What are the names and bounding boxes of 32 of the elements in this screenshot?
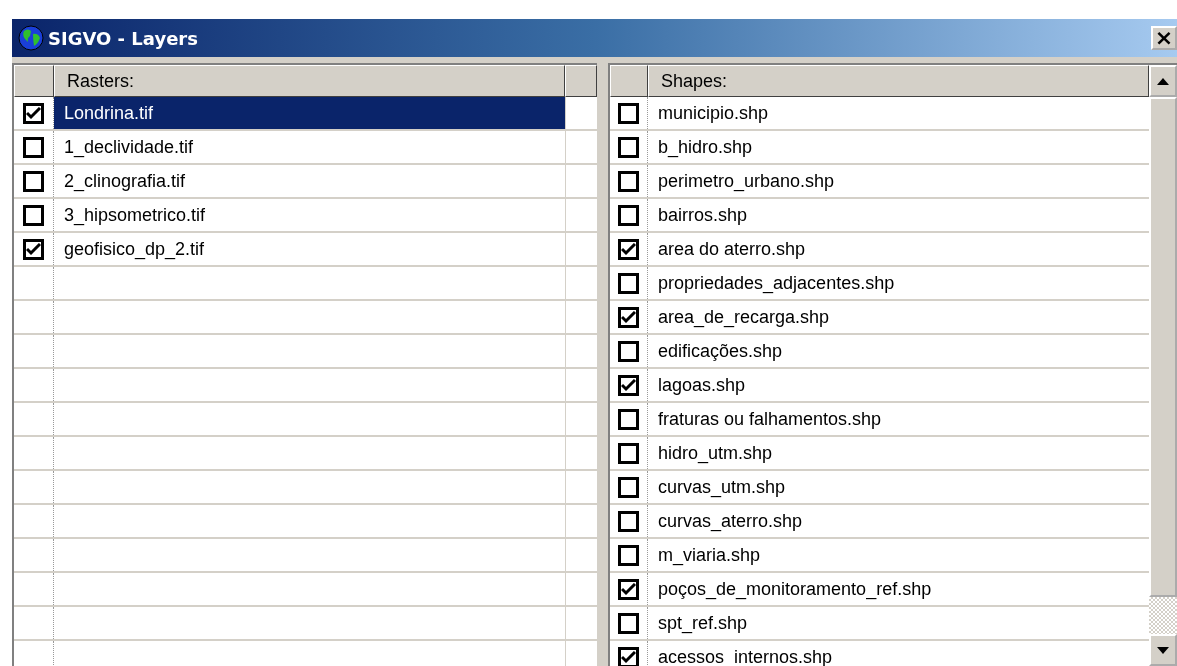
checkbox[interactable] (618, 238, 639, 260)
checkbox[interactable] (23, 136, 44, 158)
scroll-thumb[interactable] (1149, 97, 1177, 597)
scrollbar[interactable] (1149, 65, 1177, 666)
close-button[interactable]: × (1151, 26, 1177, 50)
checkbox[interactable] (618, 544, 639, 566)
up-arrow-icon[interactable] (1157, 77, 1169, 85)
checkbox[interactable] (618, 272, 639, 294)
checkbox[interactable] (618, 340, 639, 362)
globe-icon (18, 25, 44, 51)
checkbox[interactable] (618, 136, 639, 158)
column-header[interactable]: Rasters: (54, 65, 565, 97)
checkbox[interactable] (618, 408, 639, 430)
checkbox[interactable] (618, 476, 639, 498)
checkbox[interactable] (618, 102, 639, 124)
checkbox[interactable] (23, 238, 44, 260)
checkbox[interactable] (618, 442, 639, 464)
column-header[interactable]: Shapes: (648, 65, 1149, 97)
checkbox[interactable] (618, 646, 639, 666)
layer-name[interactable]: Londrina.tif (54, 97, 565, 129)
checkbox[interactable] (618, 170, 639, 192)
checkbox[interactable] (23, 102, 44, 124)
checkbox[interactable] (618, 578, 639, 600)
window-title: SIGVO - Layers (48, 27, 199, 49)
checkbox[interactable] (618, 510, 639, 532)
down-arrow-icon[interactable] (1157, 646, 1169, 654)
checkbox[interactable] (618, 612, 639, 634)
checkbox[interactable] (618, 306, 639, 328)
checkbox[interactable] (23, 204, 44, 226)
checkbox[interactable] (618, 204, 639, 226)
checkbox[interactable] (618, 374, 639, 396)
checkbox[interactable] (23, 170, 44, 192)
